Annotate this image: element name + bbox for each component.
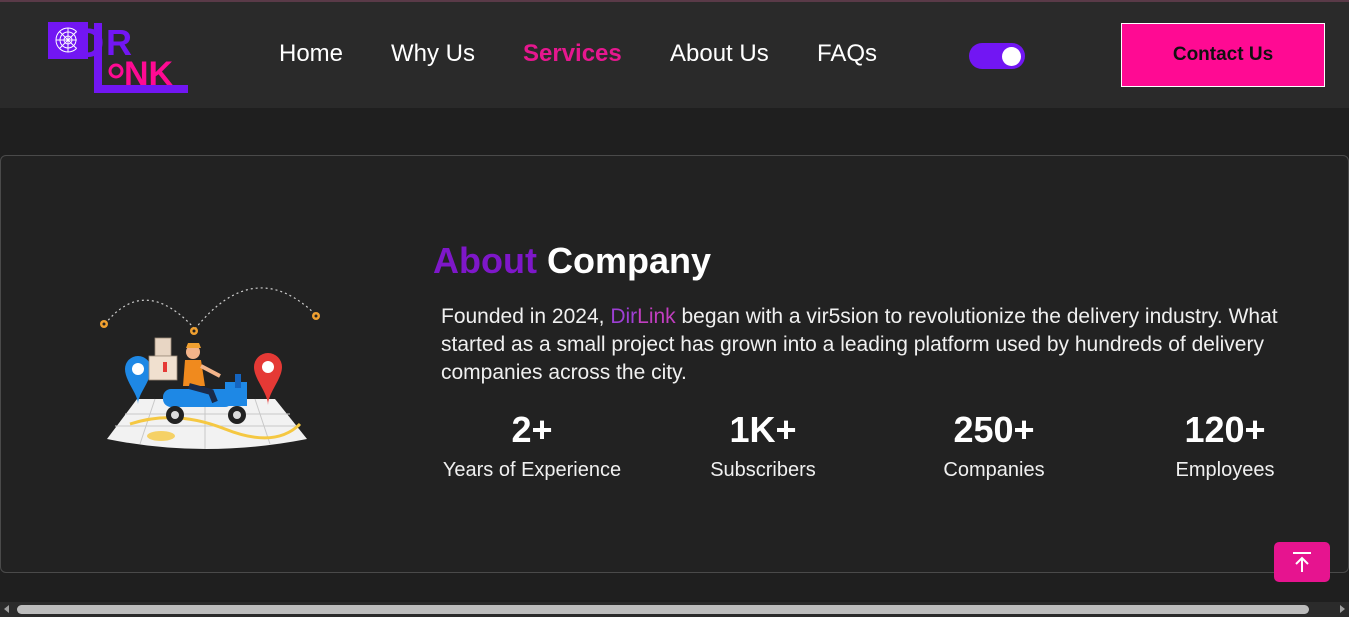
stat-years: 2+ Years of Experience (432, 409, 632, 482)
about-title-rest: Company (546, 240, 712, 281)
stat-subscribers: 1K+ Subscribers (663, 409, 863, 482)
brand-inline: DirLink (610, 305, 675, 328)
nav-services[interactable]: Services (523, 40, 622, 68)
nav-faqs[interactable]: FAQs (817, 40, 877, 68)
scroll-left-arrow-icon[interactable] (4, 605, 9, 613)
theme-toggle[interactable] (969, 43, 1025, 69)
nav-about-us[interactable]: About Us (670, 40, 769, 68)
toggle-knob (1002, 47, 1021, 66)
arrow-up-to-line-icon (1293, 552, 1311, 572)
stat-label: Employees (1175, 459, 1275, 481)
about-title: About Company (433, 240, 711, 282)
horizontal-scrollbar[interactable] (0, 602, 1349, 617)
stat-value: 250+ (953, 409, 1035, 450)
nav-home[interactable]: Home (279, 40, 343, 68)
stat-label: Companies (943, 459, 1045, 481)
stat-value: 120+ (1184, 409, 1266, 450)
stat-value: 2+ (511, 409, 553, 450)
contact-us-button[interactable]: Contact Us (1121, 23, 1325, 87)
brand-link: Link (637, 305, 676, 328)
dirlink-logo-icon: D R NK (48, 19, 188, 93)
logo[interactable]: D R NK (46, 19, 190, 95)
stat-employees: 120+ Employees (1125, 409, 1325, 482)
scroll-right-arrow-icon[interactable] (1340, 605, 1345, 613)
stat-companies: 250+ Companies (894, 409, 1094, 482)
stat-label: Subscribers (710, 459, 816, 481)
brand-dir: Dir (610, 305, 638, 328)
scrollbar-thumb[interactable] (17, 605, 1309, 614)
delivery-illustration-icon (85, 274, 325, 454)
site-header: D R NK Home Why Us Services About Us FAQ… (0, 2, 1349, 108)
nav-why-us[interactable]: Why Us (391, 40, 475, 68)
stat-label: Years of Experience (442, 459, 622, 481)
about-company-section: About Company Founded in 2024, DirLink b… (0, 155, 1349, 573)
about-text-before: Founded in 2024, (441, 305, 611, 328)
stat-value: 1K+ (729, 409, 797, 450)
about-title-accent: About (433, 240, 537, 281)
svg-text:NK: NK (124, 55, 174, 93)
about-description: Founded in 2024, DirLink began with a vi… (441, 303, 1331, 387)
scroll-to-top-button[interactable] (1274, 542, 1330, 582)
